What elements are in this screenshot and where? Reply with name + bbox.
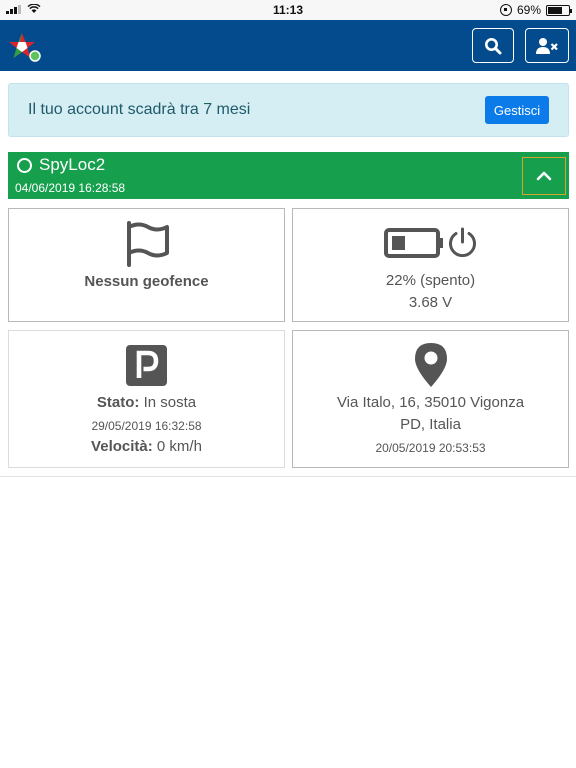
- account-expiry-message: Il tuo account scadrà tra 7 mesi: [28, 101, 251, 118]
- account-expiry-alert: Il tuo account scadrà tra 7 mesi Gestisc…: [8, 83, 569, 137]
- user-times-icon: [536, 37, 558, 54]
- map-marker-icon: [415, 343, 447, 387]
- geofence-card[interactable]: Nessun geofence: [8, 208, 285, 322]
- manage-button[interactable]: Gestisci: [485, 96, 549, 124]
- app-header: [0, 20, 576, 71]
- status-bar-right: 69%: [499, 3, 572, 17]
- speed-label: Velocità:: [91, 438, 153, 455]
- device-timestamp: 04/06/2019 16:28:58: [15, 181, 126, 195]
- power-icon: [449, 227, 476, 258]
- address-line-1: Via Italo, 16, 35010 Vigonza: [336, 394, 525, 411]
- battery-status-fill: [548, 6, 562, 14]
- parking-status-label: Stato:: [96, 394, 140, 411]
- parking-status: Stato: In sosta: [9, 394, 284, 411]
- battery-voltage: 3.68 V: [408, 294, 453, 311]
- battery-status-icon: [546, 4, 572, 16]
- search-button[interactable]: [472, 28, 514, 63]
- geofence-text: Nessun geofence: [84, 273, 209, 290]
- collapse-button[interactable]: [522, 157, 566, 195]
- chevron-up-icon: [536, 171, 552, 181]
- status-bar: 11:13 69%: [0, 0, 576, 20]
- speed-row: Velocità: 0 km/h: [9, 438, 284, 455]
- battery-level-text: 22% (spento): [385, 272, 476, 289]
- status-time: 11:13: [272, 3, 304, 17]
- parking-status-value: In sosta: [143, 394, 197, 411]
- device-name: SpyLoc2: [39, 155, 106, 174]
- parking-timestamp: 29/05/2019 16:32:58: [91, 419, 202, 433]
- parking-card[interactable]: Stato: In sosta 29/05/2019 16:32:58 Velo…: [8, 330, 285, 468]
- location-card[interactable]: Via Italo, 16, 35010 Vigonza PD, Italia …: [292, 330, 569, 468]
- speed-value: 0 km/h: [156, 438, 202, 455]
- remove-user-button[interactable]: [525, 28, 569, 63]
- search-icon: [485, 37, 502, 54]
- parking-icon: [126, 345, 167, 386]
- content-divider: [0, 476, 576, 477]
- location-timestamp: 20/05/2019 20:53:53: [375, 441, 486, 455]
- battery-icon: [384, 228, 443, 258]
- battery-level-fill: [392, 236, 405, 250]
- address-line-2: PD, Italia: [400, 416, 461, 433]
- device-status-circle-icon: [17, 158, 32, 173]
- battery-percent: 69%: [516, 3, 541, 17]
- orientation-lock-icon: [499, 4, 512, 16]
- device-header[interactable]: SpyLoc2 04/06/2019 16:28:58: [8, 152, 569, 199]
- flag-icon: [127, 221, 169, 267]
- battery-card[interactable]: 22% (spento) 3.68 V: [292, 208, 569, 322]
- star-logo-icon[interactable]: [8, 32, 42, 62]
